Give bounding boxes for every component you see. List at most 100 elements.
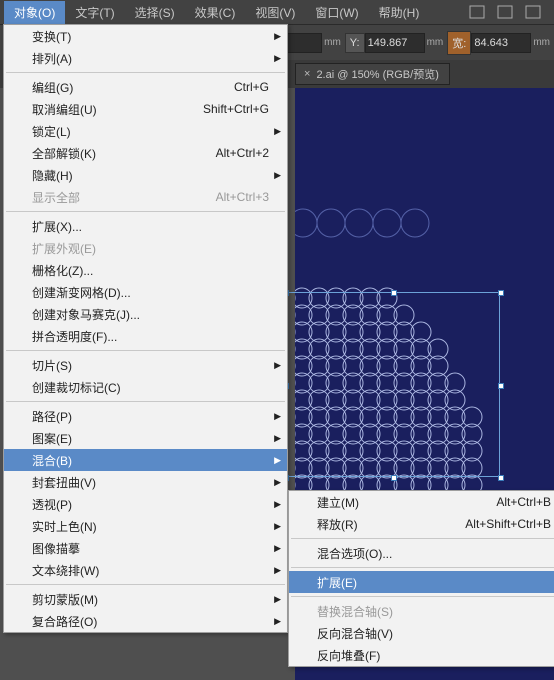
menu-item[interactable]: 全部解锁(K) Alt+Ctrl+2: [4, 142, 287, 164]
menu-item[interactable]: 复合路径(O)▶: [4, 610, 287, 632]
menu-item-label: 释放(R): [317, 516, 358, 533]
menubar-item[interactable]: 视图(V): [245, 1, 305, 24]
menubar-item[interactable]: 文字(T): [65, 1, 124, 24]
menu-item[interactable]: 路径(P) ▶: [4, 405, 287, 427]
submenu-arrow-icon: ▶: [274, 594, 281, 605]
menu-item[interactable]: 图像描摹▶: [4, 537, 287, 559]
w-input[interactable]: [471, 33, 531, 53]
menubar-item[interactable]: 对象(O): [4, 1, 65, 24]
menu-separator: [291, 596, 554, 597]
menu-item-label: 创建裁切标记(C): [32, 379, 121, 396]
menu-item[interactable]: 释放(R)Alt+Shift+Ctrl+B: [289, 513, 554, 535]
menubar-item[interactable]: 选择(S): [125, 1, 185, 24]
menu-item-label: 建立(M): [317, 494, 359, 511]
selection-handle[interactable]: [498, 290, 504, 296]
menu-item[interactable]: 封套扭曲(V)▶: [4, 471, 287, 493]
menu-item-label: 剪切蒙版(M): [32, 591, 98, 608]
menu-item-label: 复合路径(O): [32, 613, 97, 630]
menu-item-label: 创建对象马赛克(J)...: [32, 306, 140, 323]
menu-item-label: 拼合透明度(F)...: [32, 328, 117, 345]
menu-item[interactable]: 图案(E) ▶: [4, 427, 287, 449]
menu-item[interactable]: 创建渐变网格(D)...: [4, 281, 287, 303]
menu-item-label: 全部解锁(K): [32, 145, 96, 162]
menu-item[interactable]: 切片(S) ▶: [4, 354, 287, 376]
search-icon[interactable]: [468, 3, 486, 21]
menu-item-label: 扩展(X)...: [32, 218, 82, 235]
menu-separator: [291, 538, 554, 539]
menu-separator: [6, 350, 285, 351]
menu-item[interactable]: 变换(T)▶: [4, 25, 287, 47]
menu-item-label: 排列(A): [32, 50, 72, 67]
layout-icon[interactable]: [496, 3, 514, 21]
menu-item-label: 封套扭曲(V): [32, 474, 96, 491]
menu-item: 替换混合轴(S): [289, 600, 554, 622]
menu-item[interactable]: 反向混合轴(V): [289, 622, 554, 644]
submenu-arrow-icon: ▶: [274, 455, 281, 466]
menubar: 对象(O)文字(T)选择(S)效果(C)视图(V)窗口(W)帮助(H): [0, 0, 554, 24]
tab-label: 2.ai @ 150% (RGB/预览): [316, 66, 438, 82]
menu-shortcut: Shift+Ctrl+G: [183, 102, 269, 116]
menubar-item[interactable]: 效果(C): [185, 1, 246, 24]
menu-item[interactable]: 取消编组(U) Shift+Ctrl+G: [4, 98, 287, 120]
menu-item[interactable]: 建立(M) Alt+Ctrl+B: [289, 491, 554, 513]
dropdown-icon[interactable]: [524, 3, 542, 21]
menu-item[interactable]: 隐藏(H)▶: [4, 164, 287, 186]
menu-item-label: 图案(E): [32, 430, 72, 447]
y-input[interactable]: [365, 33, 425, 53]
menu-item[interactable]: 拼合透明度(F)...: [4, 325, 287, 347]
menu-item-label: 取消编组(U): [32, 101, 97, 118]
menu-item-label: 反向堆叠(F): [317, 647, 380, 664]
menubar-item[interactable]: 帮助(H): [369, 1, 430, 24]
menu-shortcut: Alt+Ctrl+3: [196, 190, 269, 204]
menu-item-label: 切片(S): [32, 357, 72, 374]
menu-item-label: 变换(T): [32, 28, 71, 45]
selection-handle[interactable]: [498, 475, 504, 481]
menu-item[interactable]: 混合(B)▶: [4, 449, 287, 471]
menu-item-label: 路径(P): [32, 408, 72, 425]
menu-item-label: 文本绕排(W): [32, 562, 99, 579]
menu-item-label: 显示全部: [32, 189, 80, 206]
submenu-arrow-icon: ▶: [274, 565, 281, 576]
submenu-arrow-icon: ▶: [274, 499, 281, 510]
menu-item[interactable]: 扩展(E): [289, 571, 554, 593]
menu-shortcut: Alt+Ctrl+2: [196, 146, 269, 160]
selection-handle[interactable]: [391, 290, 397, 296]
selection-handle[interactable]: [498, 383, 504, 389]
menu-separator: [291, 567, 554, 568]
document-tab[interactable]: × 2.ai @ 150% (RGB/预览): [295, 63, 450, 85]
menu-item[interactable]: 创建裁切标记(C): [4, 376, 287, 398]
submenu-arrow-icon: ▶: [274, 433, 281, 444]
menu-item[interactable]: 编组(G)Ctrl+G: [4, 76, 287, 98]
menu-item[interactable]: 锁定(L)▶: [4, 120, 287, 142]
submenu-arrow-icon: ▶: [274, 126, 281, 137]
menu-item[interactable]: 透视(P)▶: [4, 493, 287, 515]
y-unit: mm: [427, 37, 444, 48]
submenu-arrow-icon: ▶: [274, 521, 281, 532]
menu-item[interactable]: 反向堆叠(F): [289, 644, 554, 666]
selection-handle[interactable]: [391, 475, 397, 481]
menu-item[interactable]: 扩展(X)...: [4, 215, 287, 237]
menu-separator: [6, 584, 285, 585]
menu-separator: [6, 72, 285, 73]
y-field: Y:mm: [345, 33, 443, 53]
menu-item[interactable]: 剪切蒙版(M) ▶: [4, 588, 287, 610]
w-unit: mm: [533, 37, 550, 48]
menubar-item[interactable]: 窗口(W): [305, 1, 368, 24]
menu-item-label: 编组(G): [32, 79, 73, 96]
menu-item[interactable]: 混合选项(O)...: [289, 542, 554, 564]
menu-item: 显示全部 Alt+Ctrl+3: [4, 186, 287, 208]
menu-item[interactable]: 实时上色(N)▶: [4, 515, 287, 537]
menu-item[interactable]: 创建对象马赛克(J)...: [4, 303, 287, 325]
menu-shortcut: Alt+Ctrl+B: [476, 495, 551, 509]
submenu-arrow-icon: ▶: [274, 360, 281, 371]
submenu-arrow-icon: ▶: [274, 411, 281, 422]
menu-item-label: 创建渐变网格(D)...: [32, 284, 131, 301]
menu-item[interactable]: 文本绕排(W) ▶: [4, 559, 287, 581]
menu-item-label: 替换混合轴(S): [317, 603, 393, 620]
tab-close-icon[interactable]: ×: [304, 68, 310, 80]
menu-item[interactable]: 栅格化(Z)...: [4, 259, 287, 281]
menu-separator: [6, 401, 285, 402]
menu-item-label: 隐藏(H): [32, 167, 73, 184]
menu-separator: [6, 211, 285, 212]
menu-item[interactable]: 排列(A)▶: [4, 47, 287, 69]
